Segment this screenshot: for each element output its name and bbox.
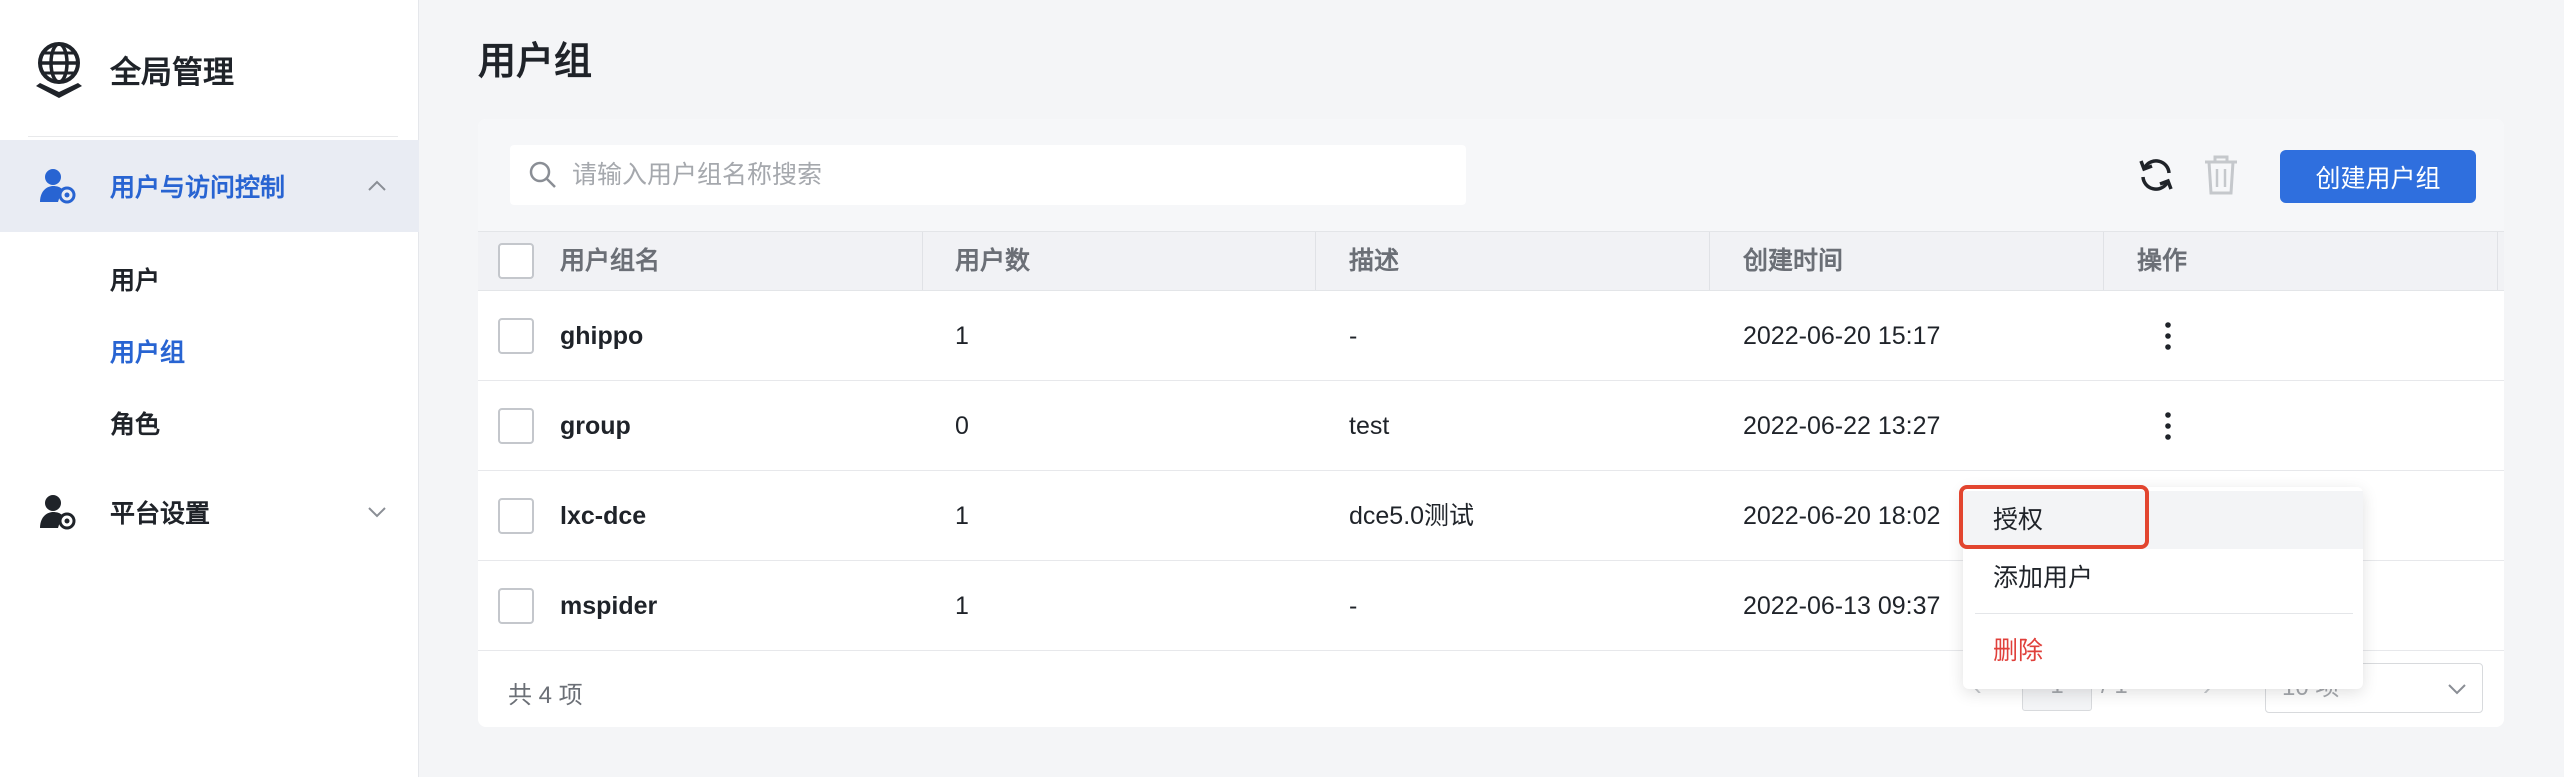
table-header: 用户组名 用户数 描述 创建时间 操作 [478, 231, 2504, 291]
table-row[interactable]: ghippo 1 - 2022-06-20 15:17 [478, 291, 2504, 381]
table-row[interactable]: group 0 test 2022-06-22 13:27 [478, 381, 2504, 471]
column-divider [2103, 232, 2104, 290]
created-time: 2022-06-20 18:02 [1743, 502, 1941, 530]
group-name[interactable]: group [560, 381, 631, 471]
group-name[interactable]: lxc-dce [560, 471, 646, 561]
user-count: 1 [955, 502, 969, 530]
user-gear-icon [40, 495, 76, 530]
globe-logo-icon [36, 42, 82, 98]
create-user-group-button[interactable]: 创建用户组 [2280, 150, 2476, 203]
page-title: 用户组 [478, 41, 593, 83]
sidebar-item-users[interactable]: 用户 [110, 261, 160, 297]
sidebar-item-user-groups[interactable]: 用户组 [110, 333, 185, 369]
created-time: 2022-06-22 13:27 [1743, 412, 1941, 440]
created-time: 2022-06-20 15:17 [1743, 322, 1941, 350]
menu-item-add-user[interactable]: 添加用户 [1963, 549, 2363, 607]
menu-divider [1975, 613, 2353, 614]
menu-item-delete[interactable]: 删除 [1963, 622, 2363, 680]
column-divider [1315, 232, 1316, 290]
user-gear-icon [40, 169, 76, 204]
search-box[interactable] [510, 145, 1466, 205]
created-time: 2022-06-13 09:37 [1743, 592, 1941, 620]
column-divider [1709, 232, 1710, 290]
app-title: 全局管理 [110, 54, 234, 90]
nav-group-label: 用户与访问控制 [110, 174, 286, 202]
menu-item-authorize[interactable]: 授权 [1963, 491, 2363, 549]
row-actions-menu: 授权 添加用户 删除 [1963, 487, 2363, 689]
column-divider [2497, 232, 2498, 290]
column-header-user-count[interactable]: 用户数 [955, 232, 1030, 290]
divider [28, 136, 398, 137]
row-checkbox[interactable] [498, 318, 534, 354]
user-count: 1 [955, 322, 969, 350]
brand[interactable]: 全局管理 [30, 38, 234, 100]
column-header-created-time[interactable]: 创建时间 [1743, 232, 1843, 290]
sidebar-item-roles[interactable]: 角色 [110, 405, 160, 441]
select-all-checkbox[interactable] [498, 243, 534, 279]
refresh-icon[interactable] [2136, 155, 2176, 195]
toolbar: 创建用户组 [478, 119, 2504, 231]
group-name[interactable]: mspider [560, 561, 657, 651]
description: - [1349, 592, 1358, 620]
user-count: 1 [955, 592, 969, 620]
row-checkbox[interactable] [498, 588, 534, 624]
search-input[interactable] [572, 160, 1432, 190]
nav-group-user-access[interactable]: 用户与访问控制 [0, 140, 419, 232]
user-count: 0 [955, 412, 969, 440]
nav-group-label: 平台设置 [110, 500, 211, 528]
more-actions-icon[interactable] [2150, 318, 2186, 354]
sidebar: 全局管理 用户与访问控制 用户 用户组 角色 平台设置 [0, 0, 419, 777]
column-header-description[interactable]: 描述 [1349, 232, 1399, 290]
chevron-down-icon[interactable] [365, 500, 389, 524]
description: dce5.0测试 [1349, 502, 1475, 530]
column-header-actions: 操作 [2137, 247, 2188, 275]
total-count: 共 4 项 [508, 682, 583, 709]
description: test [1349, 412, 1390, 440]
description: - [1349, 322, 1358, 350]
chevron-down-icon [2448, 684, 2466, 695]
row-checkbox[interactable] [498, 498, 534, 534]
row-checkbox[interactable] [498, 408, 534, 444]
column-header-name[interactable]: 用户组名 [560, 232, 660, 290]
group-name[interactable]: ghippo [560, 291, 643, 381]
column-divider [922, 232, 923, 290]
trash-icon[interactable] [2201, 153, 2241, 197]
chevron-up-icon[interactable] [365, 174, 389, 198]
more-actions-icon[interactable] [2150, 408, 2186, 444]
search-icon [529, 161, 556, 188]
nav-group-platform-settings[interactable]: 平台设置 [0, 466, 419, 558]
